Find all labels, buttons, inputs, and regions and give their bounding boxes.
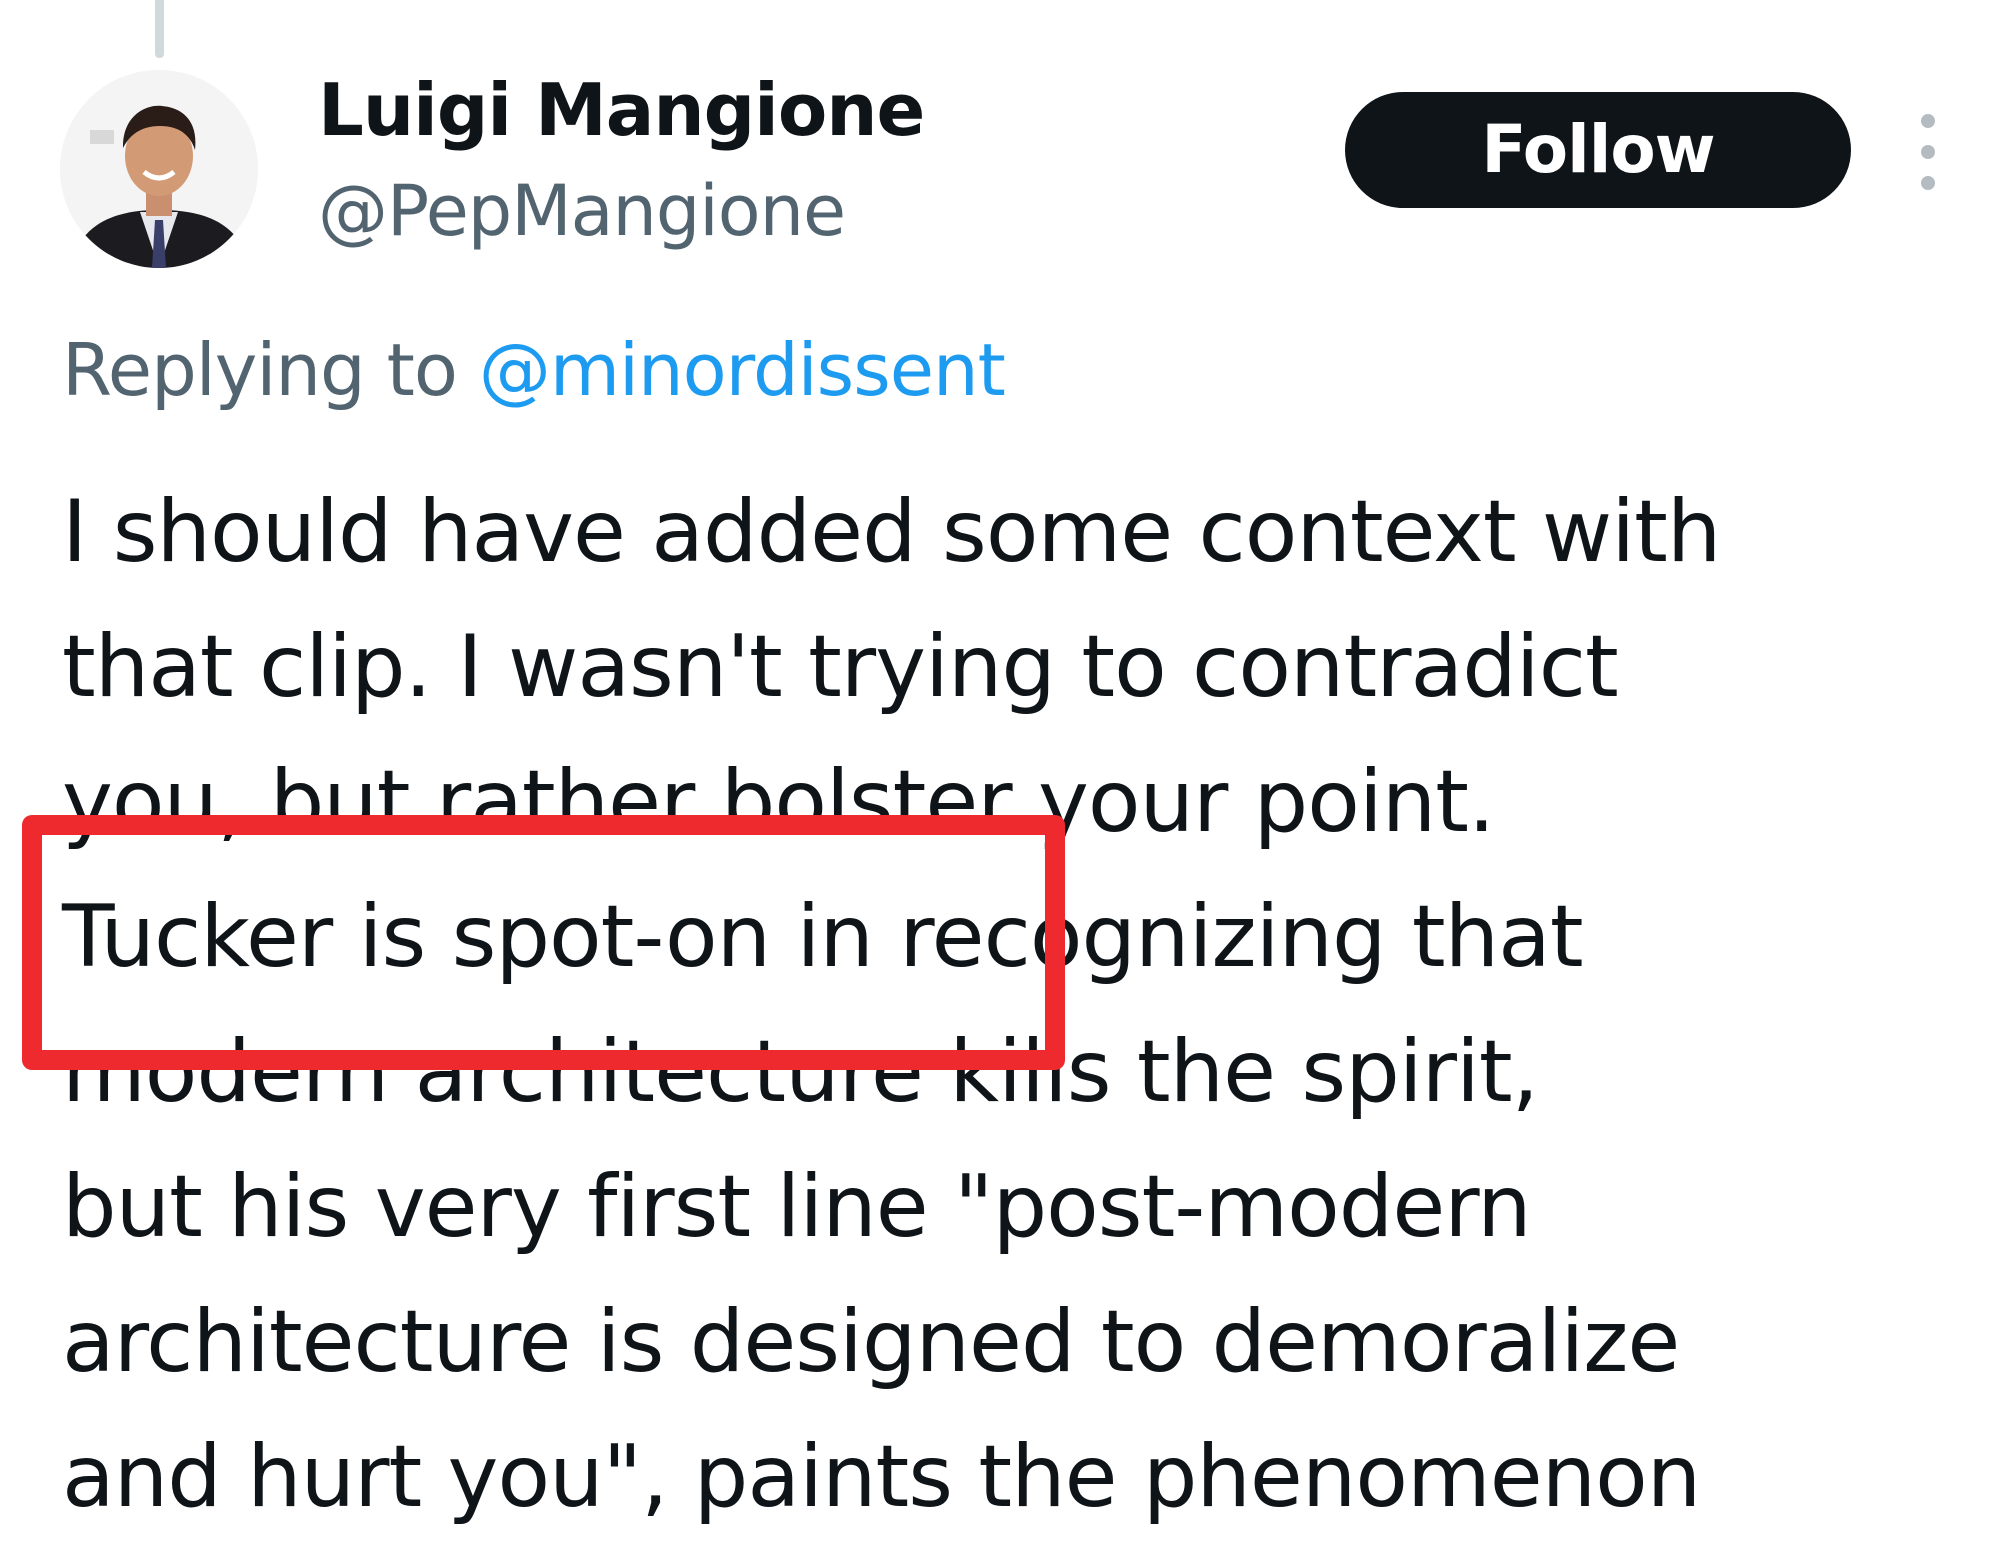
avatar-photo (60, 70, 258, 268)
reply-mention-link[interactable]: @minordissent (479, 328, 1006, 412)
tweet-text-line: and hurt you", paints the phenomenon (62, 1427, 1701, 1527)
tweet-text-line: that clip. I wasn't trying to contradict (62, 617, 1619, 717)
tweet-text-line: but his very first line "post-modern (62, 1157, 1532, 1257)
more-dot (1921, 176, 1935, 190)
red-highlight-box (22, 815, 1065, 1070)
more-dot (1921, 114, 1935, 128)
tweet-text-line: I should have added some context with (62, 482, 1721, 582)
more-vertical-icon[interactable] (1905, 112, 1955, 192)
thread-connector-line (155, 0, 164, 58)
replying-to-line: Replying to @minordissent (62, 322, 1006, 418)
author-handle[interactable]: @PepMangione (318, 166, 846, 256)
replying-to-label: Replying to (62, 328, 458, 412)
author-display-name[interactable]: Luigi Mangione (318, 62, 925, 158)
avatar[interactable] (60, 70, 258, 268)
tweet-text-line: architecture is designed to demoralize (62, 1292, 1680, 1392)
follow-button[interactable]: Follow (1345, 92, 1851, 208)
more-dot (1921, 145, 1935, 159)
